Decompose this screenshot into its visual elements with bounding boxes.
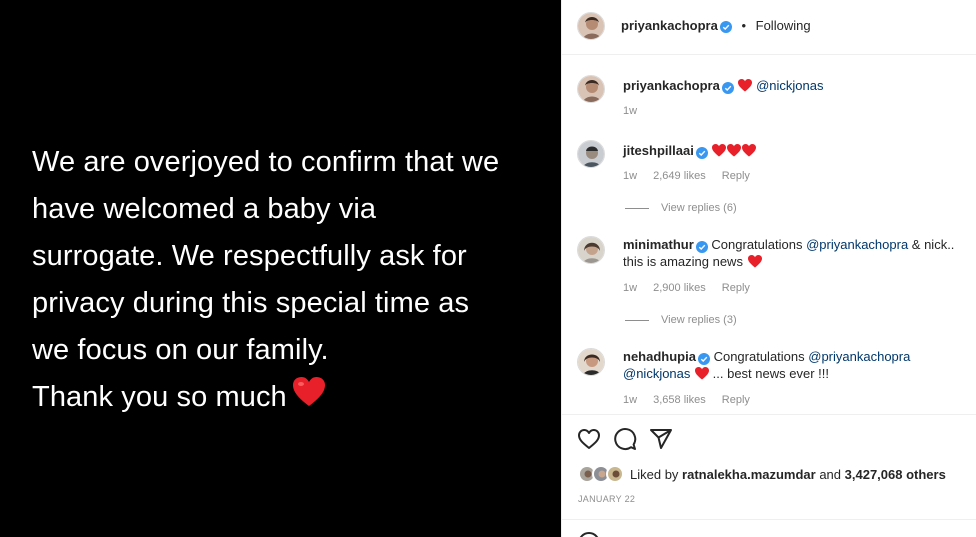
comment-time[interactable]: 1w xyxy=(623,170,637,182)
comment-meta: 1w 3,658 likes Reply xyxy=(623,394,763,406)
comment-time[interactable]: 1w xyxy=(623,282,637,294)
comment-likes[interactable]: 2,900 likes xyxy=(653,282,706,294)
red-heart-emoji-icon xyxy=(292,375,325,422)
view-replies-button[interactable]: View replies (6) xyxy=(625,202,737,214)
author-avatar[interactable] xyxy=(577,12,605,40)
comment-text: nehadhupia Congratulations @priyankachop… xyxy=(623,348,968,382)
post-line-text: Thank you so much xyxy=(32,381,287,413)
verified-badge-icon xyxy=(719,20,732,33)
liker-avatar xyxy=(606,465,624,483)
view-replies-button[interactable]: View replies (3) xyxy=(625,314,737,326)
verified-badge-icon xyxy=(695,146,708,159)
verified-badge-icon xyxy=(697,352,710,365)
comment-text: jiteshpillaai xyxy=(623,142,968,159)
commenter-username[interactable]: nehadhupia xyxy=(623,349,696,364)
caption-time[interactable]: 1w xyxy=(623,105,637,117)
comment-composer xyxy=(562,519,976,537)
post-line-last: Thank you so much xyxy=(32,374,532,422)
red-heart-emoji-icon xyxy=(747,254,762,269)
mention-link[interactable]: @nickjonas xyxy=(623,366,690,381)
following-button[interactable]: Following xyxy=(756,18,811,33)
view-replies-label: View replies (3) xyxy=(661,314,737,326)
caption-avatar[interactable] xyxy=(577,75,605,103)
reply-button[interactable]: Reply xyxy=(722,394,750,406)
comment-likes[interactable]: 3,658 likes xyxy=(653,394,706,406)
mention-link[interactable]: @nickjonas xyxy=(756,78,823,93)
red-heart-emoji-icon xyxy=(737,78,753,93)
comment-text-a: Congratulations xyxy=(713,349,809,364)
reply-button[interactable]: Reply xyxy=(722,170,750,182)
red-heart-emoji-icon xyxy=(694,366,710,381)
author-username[interactable]: priyankachopra xyxy=(621,18,718,33)
emoji-icon[interactable] xyxy=(578,532,600,537)
likes-text: Liked by ratnalekha.mazumdar and 3,427,0… xyxy=(630,467,946,482)
comment-bubble-icon[interactable] xyxy=(613,427,637,451)
post-side-panel: priyankachopra • Following priyankachopr… xyxy=(561,0,976,537)
caption-meta: 1w xyxy=(623,105,650,117)
replies-rule xyxy=(625,207,649,209)
mention-link[interactable]: @priyankachopra xyxy=(808,349,910,364)
post-image: We are overjoyed to confirm that we have… xyxy=(0,0,561,537)
post-date[interactable]: JANUARY 22 xyxy=(578,494,635,504)
comment-likes[interactable]: 2,649 likes xyxy=(653,170,706,182)
reply-button[interactable]: Reply xyxy=(722,282,750,294)
post-line: have welcomed a baby via xyxy=(32,193,377,225)
verified-badge-icon xyxy=(695,240,708,253)
commenter-avatar[interactable] xyxy=(577,140,605,168)
post-line: privacy during this special time as xyxy=(32,287,470,319)
post-header: priyankachopra • Following xyxy=(562,0,976,55)
caption-text: priyankachopra @nickjonas xyxy=(623,77,968,94)
likes-middle: and xyxy=(815,467,845,482)
comment-meta: 1w 2,649 likes Reply xyxy=(623,170,763,182)
comment-text-a: Congratulations xyxy=(711,237,807,252)
commenter-username[interactable]: jiteshpillaai xyxy=(623,143,694,158)
mention-link[interactable]: @priyankachopra xyxy=(806,237,908,252)
action-bar xyxy=(562,415,976,461)
commenter-username[interactable]: minimathur xyxy=(623,237,694,252)
likes-prefix: Liked by xyxy=(630,467,683,482)
comment-time[interactable]: 1w xyxy=(623,394,637,406)
commenter-avatar[interactable] xyxy=(577,236,605,264)
comments-list[interactable]: priyankachopra @nickjonas 1w jiteshpilla… xyxy=(562,55,976,415)
red-hearts-emoji-icon xyxy=(711,143,757,158)
post-line: we focus on our family. xyxy=(32,334,329,366)
verified-badge-icon xyxy=(721,81,734,94)
separator-dot: • xyxy=(741,18,747,33)
replies-rule xyxy=(625,319,649,321)
commenter-avatar[interactable] xyxy=(577,348,605,376)
heart-outline-icon[interactable] xyxy=(577,427,601,451)
comment-text: minimathur Congratulations @priyankachop… xyxy=(623,236,968,270)
caption-username[interactable]: priyankachopra xyxy=(623,78,720,93)
comment-text-b: ... best news ever !!! xyxy=(709,366,829,381)
post-line: We are overjoyed to confirm that we xyxy=(32,146,500,178)
liker-username[interactable]: ratnalekha.mazumdar xyxy=(682,467,816,482)
paper-plane-icon[interactable] xyxy=(649,427,673,451)
likes-count[interactable]: 3,427,068 others xyxy=(845,467,946,482)
view-replies-label: View replies (6) xyxy=(661,202,737,214)
post-line: surrogate. We respectfully ask for xyxy=(32,240,467,272)
comment-meta: 1w 2,900 likes Reply xyxy=(623,282,763,294)
header-user-block: priyankachopra • Following xyxy=(621,18,811,33)
post-announcement-text: We are overjoyed to confirm that we have… xyxy=(32,139,532,422)
liker-avatars xyxy=(578,465,628,485)
